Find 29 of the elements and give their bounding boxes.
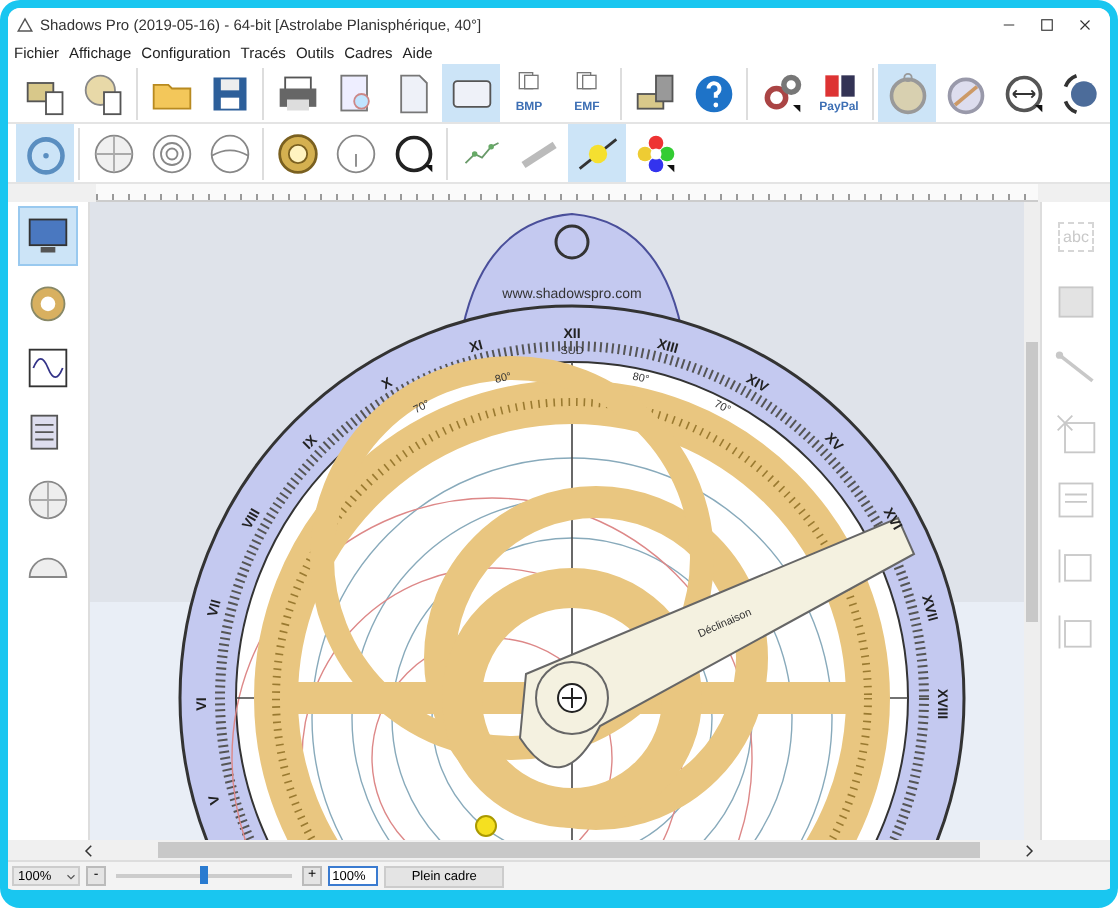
concentric-circles-icon	[149, 131, 193, 175]
maximize-icon	[1038, 15, 1056, 33]
dial-icon	[333, 131, 377, 175]
dial-document-icon	[81, 71, 125, 115]
arrows-circle-icon	[1001, 71, 1045, 115]
astrolabe-icon	[885, 71, 929, 115]
sidebar-button[interactable]	[20, 208, 76, 264]
astrolabe-icon	[275, 131, 319, 175]
scroll-thumb[interactable]	[158, 842, 980, 858]
toolbar-button[interactable]	[442, 64, 500, 122]
color-flower-icon	[633, 131, 677, 175]
astrolabe-icon	[26, 280, 70, 324]
crossed-frame-icon	[1054, 412, 1098, 456]
scroll-thumb[interactable]	[1026, 342, 1038, 622]
slider-thumb[interactable]	[200, 866, 208, 884]
ring-icon	[23, 131, 67, 175]
dial-icon	[391, 131, 435, 175]
text-lines-icon	[1054, 478, 1098, 522]
printer-icon	[275, 71, 319, 115]
sphere-icon	[91, 131, 135, 175]
globe-refresh-icon	[1059, 71, 1103, 115]
help-icon	[691, 71, 735, 115]
hemisphere-icon	[207, 131, 251, 175]
monitor-icon	[26, 214, 70, 258]
close-icon	[1076, 15, 1094, 33]
payment-cards-icon	[823, 70, 855, 102]
sphere-icon	[26, 478, 70, 522]
gears-icon	[759, 71, 803, 115]
wave-chart-icon	[26, 346, 70, 390]
